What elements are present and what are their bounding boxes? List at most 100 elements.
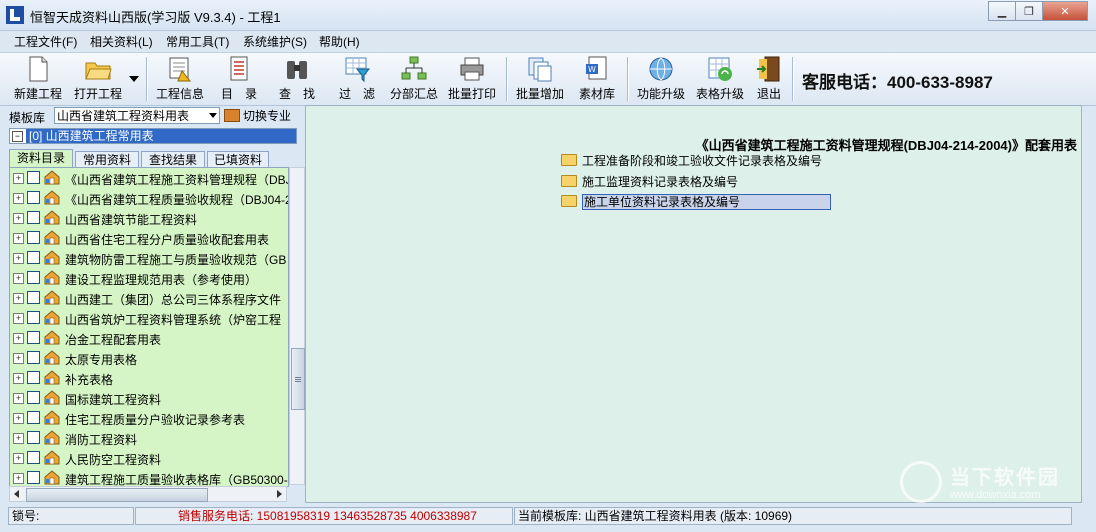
project-node[interactable]: − [0] 山西建筑工程常用表 — [9, 128, 297, 144]
expand-icon[interactable]: + — [13, 373, 24, 384]
expand-icon[interactable]: + — [13, 333, 24, 344]
tree-checkbox[interactable] — [27, 471, 40, 484]
tab-directory[interactable]: 资料目录 — [9, 149, 73, 167]
expand-icon[interactable]: + — [13, 453, 24, 464]
tree-item-label: 建筑工程施工质量验收表格库（GB50300- — [65, 473, 288, 487]
tab-filled[interactable]: 已填资料 — [207, 151, 269, 167]
folder-item-selected[interactable]: 施工单位资料记录表格及编号 — [561, 193, 832, 212]
tree-checkbox[interactable] — [27, 351, 40, 364]
tree-item-label: 冶金工程配套用表 — [65, 333, 162, 347]
menu-related[interactable]: 相关资料(L) — [90, 33, 153, 50]
project-info-icon — [169, 57, 192, 82]
tree-checkbox[interactable] — [27, 291, 40, 304]
tree-checkbox[interactable] — [27, 211, 40, 224]
tree-checkbox[interactable] — [27, 451, 40, 464]
tree-item[interactable]: + 山西省建筑节能工程资料 — [10, 208, 288, 228]
tree-item[interactable]: + 住宅工程质量分户验收记录参考表 — [10, 408, 288, 428]
status-bar: 锁号: 销售服务电话: 15081958319 13463528735 4006… — [0, 505, 1096, 532]
switch-specialty-button[interactable]: 切换专业 — [224, 107, 291, 124]
folder-house-icon — [44, 430, 60, 445]
title-bar: 恒智天成资料山西版(学习版 V9.3.4) - 工程1 ▁ ❐ ✕ — [0, 0, 1096, 31]
tab-common[interactable]: 常用资料 — [75, 151, 139, 167]
expand-icon[interactable]: + — [13, 253, 24, 264]
tree-item[interactable]: + 《山西省建筑工程质量验收规程（DBJ04-2 — [10, 188, 288, 208]
hscroll-thumb[interactable] — [26, 488, 208, 502]
find-button[interactable]: 查 找 — [272, 55, 322, 103]
menu-maintenance[interactable]: 系统维护(S) — [243, 33, 307, 50]
tree-checkbox[interactable] — [27, 231, 40, 244]
filter-button[interactable]: 过 滤 — [332, 55, 382, 103]
close-button[interactable]: ✕ — [1042, 1, 1088, 21]
expand-icon[interactable]: + — [13, 353, 24, 364]
batch-add-button[interactable]: 批量增加 — [512, 55, 568, 103]
folder-house-icon — [44, 330, 60, 345]
tree-checkbox[interactable] — [27, 411, 40, 424]
tree-item[interactable]: + 消防工程资料 — [10, 428, 288, 448]
tree-checkbox[interactable] — [27, 431, 40, 444]
folder-item[interactable]: 工程准备阶段和竣工验收文件记录表格及编号 — [561, 152, 822, 171]
new-project-button[interactable]: 新建工程 — [10, 55, 66, 103]
tree-checkbox[interactable] — [27, 391, 40, 404]
tree-item[interactable]: + 冶金工程配套用表 — [10, 328, 288, 348]
exit-button[interactable]: 退出 — [752, 55, 786, 103]
section-summary-button[interactable]: 分部汇总 — [386, 55, 442, 103]
tree-item-label: 住宅工程质量分户验收记录参考表 — [65, 413, 246, 427]
open-project-button[interactable]: 打开工程 — [70, 55, 126, 103]
folder-house-icon — [44, 210, 60, 225]
scroll-thumb[interactable] — [291, 348, 305, 410]
tree-checkbox[interactable] — [27, 271, 40, 284]
tab-search-results[interactable]: 查找结果 — [141, 151, 205, 167]
tree-checkbox[interactable] — [27, 371, 40, 384]
expand-icon[interactable]: + — [13, 193, 24, 204]
folder-item[interactable]: 施工监理资料记录表格及编号 — [561, 173, 738, 192]
content-panel: 《山西省建筑工程施工资料管理规程(DBJ04-214-2004)》配套用表 工程… — [305, 105, 1082, 503]
tree-item[interactable]: + 《山西省建筑工程施工资料管理规程（DBJ — [10, 168, 288, 188]
tree-item[interactable]: + 人民防空工程资料 — [10, 448, 288, 468]
tree-item[interactable]: + 山西建工（集团）总公司三体系程序文件 — [10, 288, 288, 308]
tree-vertical-scrollbar[interactable] — [289, 167, 305, 485]
tree-item[interactable]: + 国标建筑工程资料 — [10, 388, 288, 408]
scroll-left-icon[interactable] — [14, 490, 19, 498]
batch-print-button[interactable]: 批量打印 — [444, 55, 500, 103]
expand-icon[interactable]: + — [13, 433, 24, 444]
expand-icon[interactable]: + — [13, 413, 24, 424]
expand-icon[interactable]: + — [13, 393, 24, 404]
tree-item[interactable]: + 太原专用表格 — [10, 348, 288, 368]
template-select[interactable]: 山西省建筑工程资料用表 — [54, 107, 220, 124]
collapse-icon[interactable]: − — [12, 131, 23, 142]
tree-checkbox[interactable] — [27, 191, 40, 204]
left-panel: 模板库 山西省建筑工程资料用表 切换专业 − [0] 山西建筑工程常用表 资料目… — [7, 105, 305, 503]
tree-item[interactable]: + 山西省住宅工程分户质量验收配套用表 — [10, 228, 288, 248]
tree-checkbox[interactable] — [27, 251, 40, 264]
expand-icon[interactable]: + — [13, 233, 24, 244]
tree-horizontal-scrollbar[interactable] — [9, 486, 287, 502]
menu-help[interactable]: 帮助(H) — [319, 33, 360, 50]
directory-button[interactable]: 目 录 — [214, 55, 264, 103]
restore-button[interactable]: ❐ — [1015, 1, 1043, 21]
expand-icon[interactable]: + — [13, 273, 24, 284]
batch-add-icon — [528, 57, 552, 82]
expand-icon[interactable]: + — [13, 473, 24, 484]
folder-house-icon — [44, 250, 60, 265]
expand-icon[interactable]: + — [13, 173, 24, 184]
tree-item[interactable]: + 建筑工程施工质量验收表格库（GB50300- — [10, 468, 288, 487]
expand-icon[interactable]: + — [13, 213, 24, 224]
tree-checkbox[interactable] — [27, 171, 40, 184]
book-icon — [224, 109, 240, 122]
project-info-button[interactable]: 工程信息 — [152, 55, 208, 103]
menu-file[interactable]: 工程文件(F) — [14, 33, 77, 50]
feature-upgrade-button[interactable]: 功能升级 — [633, 55, 689, 103]
tree-checkbox[interactable] — [27, 311, 40, 324]
scroll-right-icon[interactable] — [277, 490, 282, 498]
tree-item[interactable]: + 建设工程监理规范用表（参考使用） — [10, 268, 288, 288]
menu-tools[interactable]: 常用工具(T) — [166, 33, 229, 50]
expand-icon[interactable]: + — [13, 313, 24, 324]
tree-checkbox[interactable] — [27, 331, 40, 344]
expand-icon[interactable]: + — [13, 293, 24, 304]
table-upgrade-button[interactable]: 表格升级 — [692, 55, 748, 103]
tree-item[interactable]: + 建筑物防雷工程施工与质量验收规范（GB — [10, 248, 288, 268]
tree-item[interactable]: + 山西省筑炉工程资料管理系统（炉窑工程 — [10, 308, 288, 328]
minimize-button[interactable]: ▁ — [988, 1, 1016, 21]
material-library-button[interactable]: W 素材库 — [572, 55, 622, 103]
tree-item[interactable]: + 补充表格 — [10, 368, 288, 388]
